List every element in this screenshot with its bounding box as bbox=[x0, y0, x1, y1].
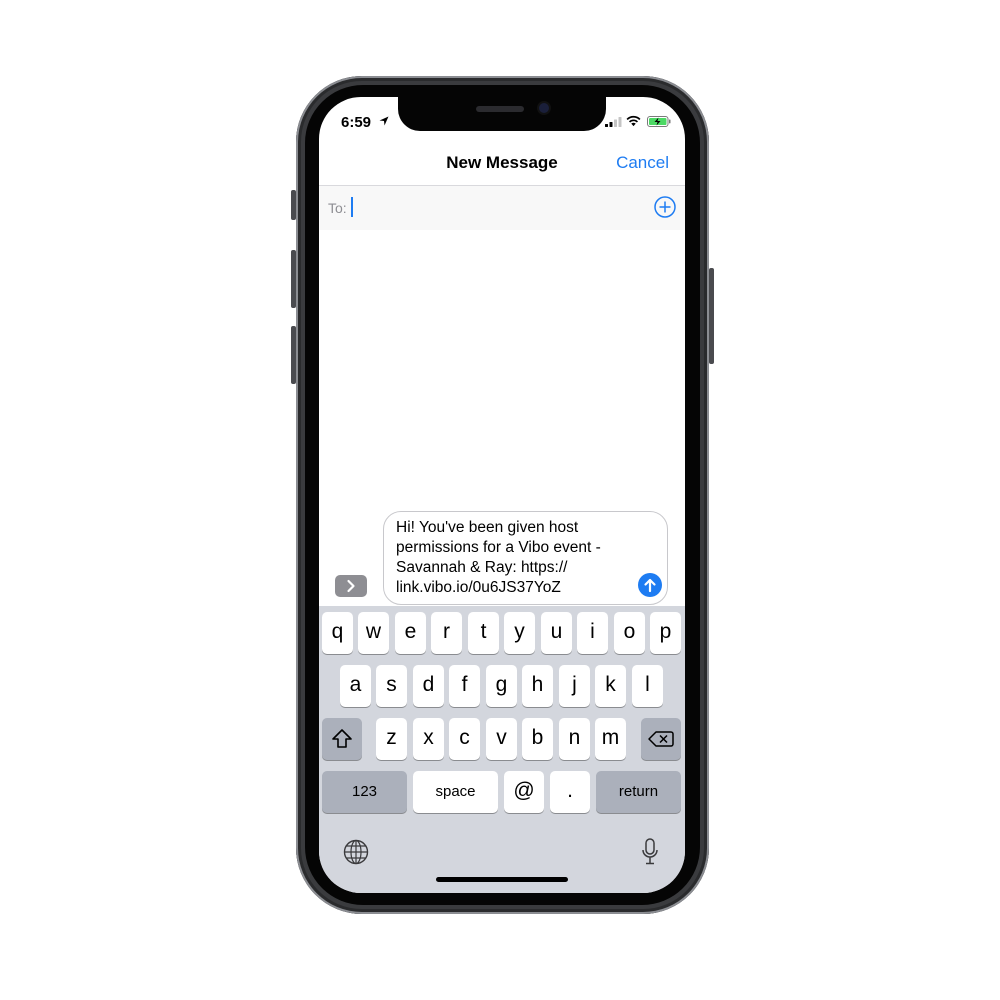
key-n[interactable]: n bbox=[559, 718, 590, 760]
shift-key[interactable] bbox=[322, 718, 362, 760]
arrow-up-icon bbox=[644, 578, 656, 593]
location-arrow-icon bbox=[379, 116, 389, 126]
add-contact-icon[interactable] bbox=[654, 196, 676, 218]
key-u[interactable]: u bbox=[541, 612, 572, 654]
period-key[interactable]: . bbox=[550, 771, 590, 813]
home-indicator[interactable] bbox=[436, 877, 568, 882]
key-o[interactable]: o bbox=[614, 612, 645, 654]
key-s[interactable]: s bbox=[376, 665, 407, 707]
key-e[interactable]: e bbox=[395, 612, 426, 654]
space-key[interactable]: space bbox=[413, 771, 498, 813]
expand-apps-button[interactable] bbox=[335, 575, 367, 597]
key-t[interactable]: t bbox=[468, 612, 499, 654]
key-k[interactable]: k bbox=[595, 665, 626, 707]
key-b[interactable]: b bbox=[522, 718, 553, 760]
status-time: 6:59 bbox=[341, 114, 372, 131]
key-d[interactable]: d bbox=[413, 665, 444, 707]
volume-up-button bbox=[291, 250, 296, 308]
key-v[interactable]: v bbox=[486, 718, 517, 760]
recipient-field[interactable]: To: bbox=[319, 186, 685, 230]
message-input[interactable]: Hi! You've been given host permissions f… bbox=[383, 511, 668, 605]
earpiece-speaker bbox=[476, 106, 524, 112]
message-text: Hi! You've been given host permissions f… bbox=[396, 518, 631, 598]
text-cursor bbox=[351, 197, 353, 217]
key-q[interactable]: q bbox=[322, 612, 353, 654]
key-i[interactable]: i bbox=[577, 612, 608, 654]
key-f[interactable]: f bbox=[449, 665, 480, 707]
at-key[interactable]: @ bbox=[504, 771, 544, 813]
cellular-signal-icon bbox=[605, 117, 622, 127]
message-line: Hi! You've been given host bbox=[396, 519, 579, 536]
message-line: permissions for a Vibo event - bbox=[396, 539, 601, 556]
send-button[interactable] bbox=[638, 573, 662, 597]
message-line: Savannah & Ray: https:// bbox=[396, 559, 568, 576]
key-l[interactable]: l bbox=[632, 665, 663, 707]
key-a[interactable]: a bbox=[340, 665, 371, 707]
key-m[interactable]: m bbox=[595, 718, 626, 760]
cancel-button[interactable]: Cancel bbox=[616, 153, 669, 173]
key-r[interactable]: r bbox=[431, 612, 462, 654]
mute-switch bbox=[291, 190, 296, 220]
keyboard: q w e r t y u i o p a s d f g h j k l z … bbox=[319, 606, 685, 893]
message-line: link.vibo.io/0u6JS37YoZ bbox=[396, 579, 561, 596]
key-y[interactable]: y bbox=[504, 612, 535, 654]
shift-icon bbox=[332, 729, 352, 748]
return-key[interactable]: return bbox=[596, 771, 681, 813]
key-w[interactable]: w bbox=[358, 612, 389, 654]
key-c[interactable]: c bbox=[449, 718, 480, 760]
recipient-label: To: bbox=[328, 200, 347, 216]
key-j[interactable]: j bbox=[559, 665, 590, 707]
microphone-icon[interactable] bbox=[641, 838, 659, 866]
backspace-key[interactable] bbox=[641, 718, 681, 760]
backspace-icon bbox=[648, 731, 674, 747]
notch bbox=[398, 97, 606, 131]
battery-charging-icon bbox=[647, 116, 671, 127]
key-z[interactable]: z bbox=[376, 718, 407, 760]
power-button bbox=[709, 268, 714, 364]
key-g[interactable]: g bbox=[486, 665, 517, 707]
wifi-icon bbox=[626, 115, 641, 127]
key-h[interactable]: h bbox=[522, 665, 553, 707]
key-x[interactable]: x bbox=[413, 718, 444, 760]
numbers-key[interactable]: 123 bbox=[322, 771, 407, 813]
screen: 6:59 New Message Cancel To: Hi! You've b… bbox=[319, 97, 685, 893]
globe-icon[interactable] bbox=[343, 839, 369, 865]
volume-down-button bbox=[291, 326, 296, 384]
key-p[interactable]: p bbox=[650, 612, 681, 654]
front-camera bbox=[539, 103, 549, 113]
chevron-right-icon bbox=[347, 579, 355, 593]
